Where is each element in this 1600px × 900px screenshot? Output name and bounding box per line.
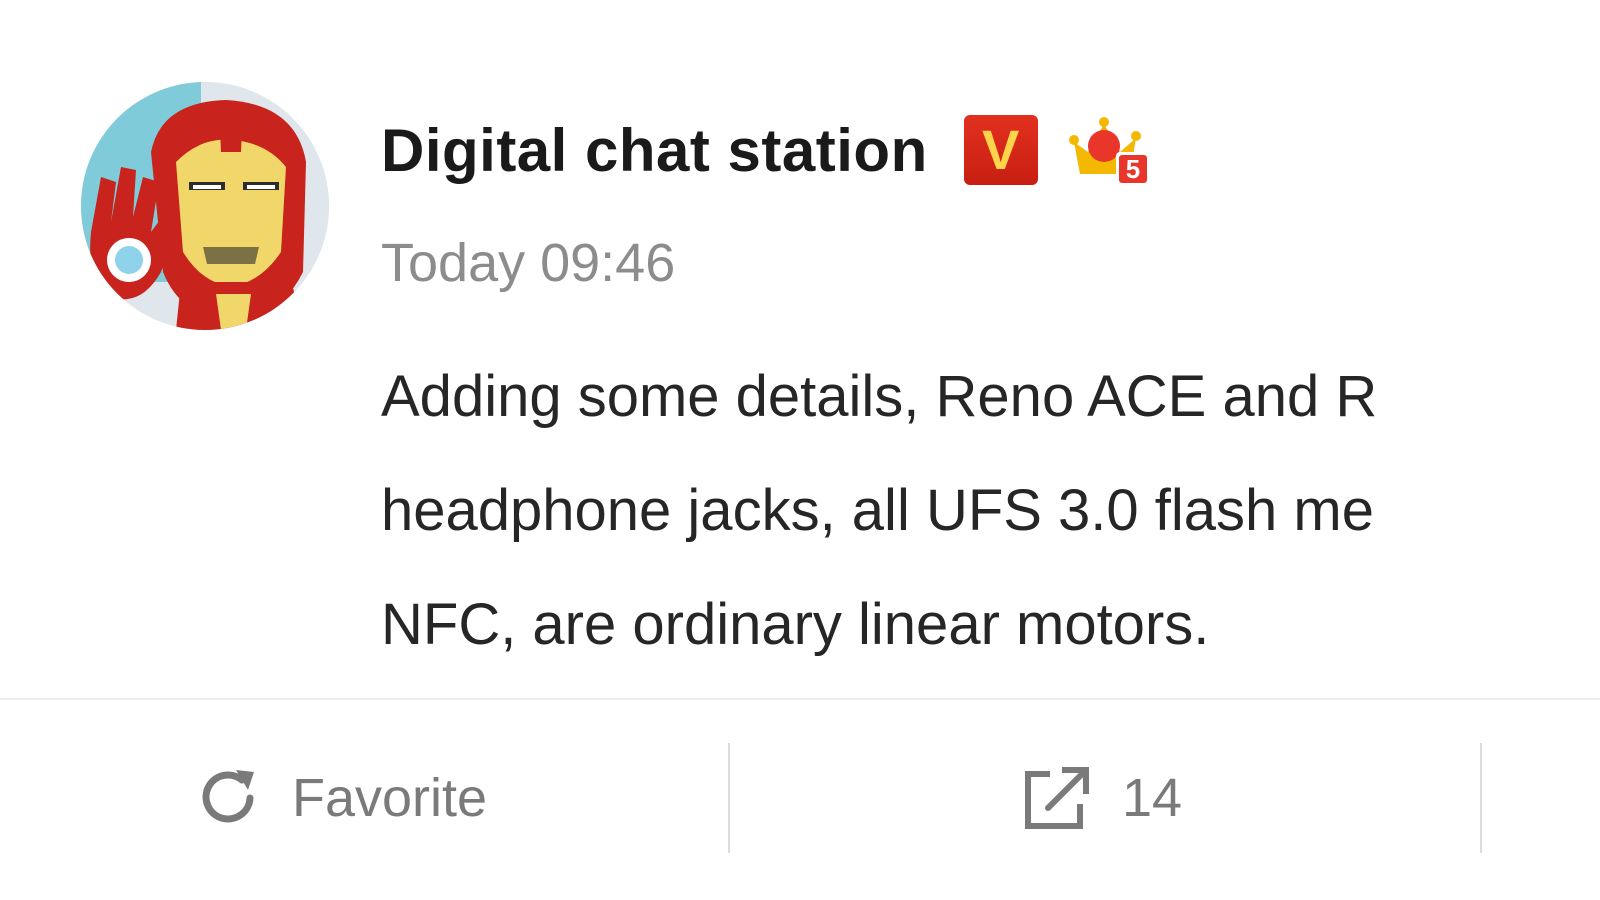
author-avatar[interactable] [81,82,329,330]
post-body-line: NFC, are ordinary linear motors. [381,592,1210,657]
action-bar-divider [0,698,1600,700]
share-count: 14 [1122,767,1183,828]
author-name[interactable]: Digital chat station [381,116,928,185]
share-external-icon [1020,762,1092,834]
post-timestamp[interactable]: Today 09:46 [381,232,675,294]
action-separator [728,743,730,853]
vip-level: 5 [1125,154,1139,184]
iron-man-avatar-icon [81,82,329,330]
post-body: Adding some details, Reno ACE and R head… [381,340,1600,682]
feed-post: Digital chat station V 5 Today 09:46 Add… [0,0,1600,900]
favorite-button[interactable]: Favorite [192,745,487,850]
refresh-arrow-icon [192,762,264,834]
share-button[interactable]: 14 [1020,745,1182,850]
verified-v-badge-icon: V [963,115,1038,185]
action-separator [1480,743,1482,853]
author-line: Digital chat station V 5 [381,112,1152,188]
favorite-label: Favorite [292,767,488,828]
post-body-line: headphone jacks, all UFS 3.0 flash me [381,478,1374,543]
post-body-line: Adding some details, Reno ACE and R [381,364,1378,429]
crown-badge-icon[interactable]: 5 [1068,112,1152,188]
